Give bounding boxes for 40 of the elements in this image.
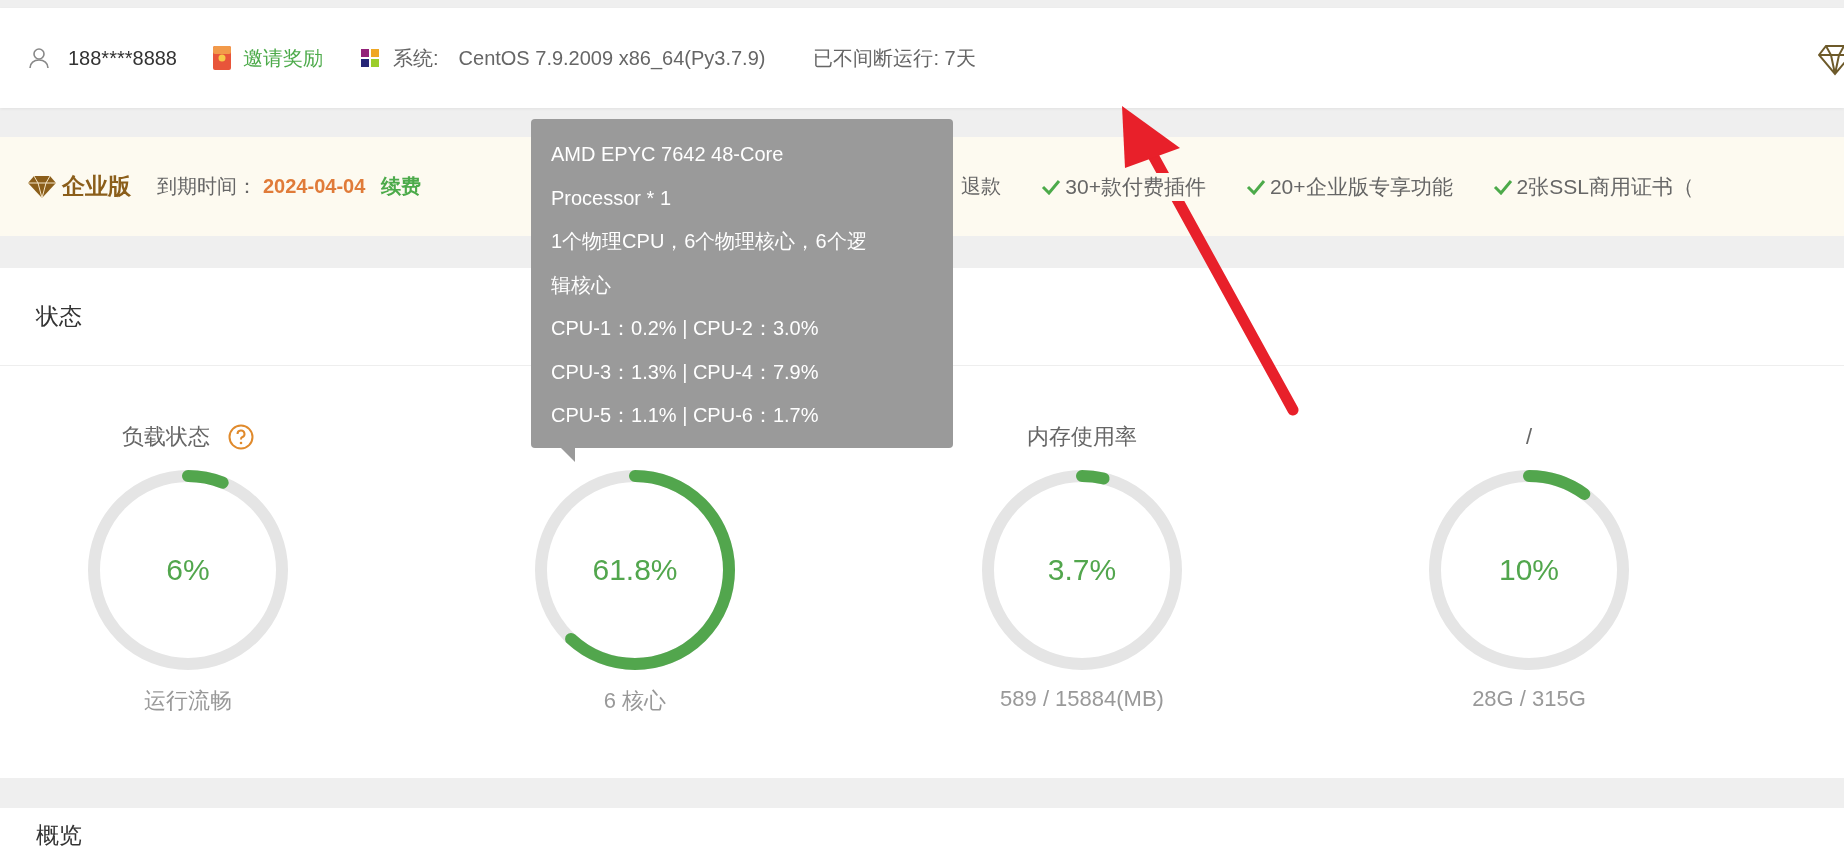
gauge-caption: 运行流畅 bbox=[144, 687, 232, 715]
section-title: 状态 bbox=[36, 302, 82, 331]
check-icon bbox=[1492, 178, 1513, 195]
tooltip-text: 1个物理CPU，6个物理核心，6个逻 bbox=[551, 229, 868, 254]
check-icon bbox=[1245, 178, 1266, 195]
diamond-icon bbox=[28, 174, 56, 199]
tooltip-text: CPU-5：1.1% | CPU-6：1.7% bbox=[551, 403, 820, 428]
envelope-icon bbox=[213, 46, 231, 70]
gauge-caption: 6 核心 bbox=[603, 687, 667, 715]
uptime-text: 已不间断运行: 7天 bbox=[813, 45, 976, 71]
renew-link[interactable]: 续费 bbox=[381, 173, 422, 200]
gauge-title: 内存使用率 bbox=[1027, 423, 1137, 451]
gauge-caption: 589 / 15884(MB) bbox=[1000, 686, 1164, 712]
gauge-caption: 28G / 315G bbox=[1472, 686, 1586, 712]
gauge-value: 6% bbox=[166, 553, 210, 587]
gauge-title: 负载状态 bbox=[122, 423, 210, 451]
tooltip-text: 辑核心 bbox=[551, 272, 612, 298]
gauge-title: / bbox=[1525, 424, 1533, 450]
tooltip-text: Processor * 1 bbox=[551, 185, 673, 211]
feature-text: 退款 bbox=[961, 174, 1002, 199]
gauge-value: 61.8% bbox=[592, 553, 678, 587]
diamond-icon[interactable] bbox=[1818, 42, 1844, 76]
system-label: 系统: bbox=[393, 45, 439, 71]
expiry-date: 2024-04-04 bbox=[263, 175, 366, 198]
edition-label: 企业版 bbox=[62, 172, 131, 201]
help-icon[interactable] bbox=[228, 424, 254, 450]
expiry-label: 到期时间： bbox=[157, 174, 257, 199]
tooltip-text: CPU-3：1.3% | CPU-4：7.9% bbox=[551, 359, 820, 385]
check-icon bbox=[1041, 178, 1062, 195]
user-icon bbox=[28, 47, 50, 69]
section-title: 概览 bbox=[36, 821, 82, 850]
tooltip-text: AMD EPYC 7642 48-Core bbox=[551, 142, 785, 167]
tooltip-text: CPU-1：0.2% | CPU-2：3.0% bbox=[551, 316, 820, 341]
centos-logo-icon bbox=[359, 47, 381, 69]
user-phone: 188****8888 bbox=[68, 46, 177, 70]
system-value: CentOS 7.9.2009 x86_64(Py3.7.9) bbox=[458, 46, 766, 70]
invite-link[interactable]: 邀请奖励 bbox=[243, 44, 323, 72]
feature-text: 30+款付费插件 bbox=[1065, 172, 1206, 201]
gauge-value: 3.7% bbox=[1047, 553, 1117, 587]
gauge-value: 10% bbox=[1499, 553, 1559, 587]
